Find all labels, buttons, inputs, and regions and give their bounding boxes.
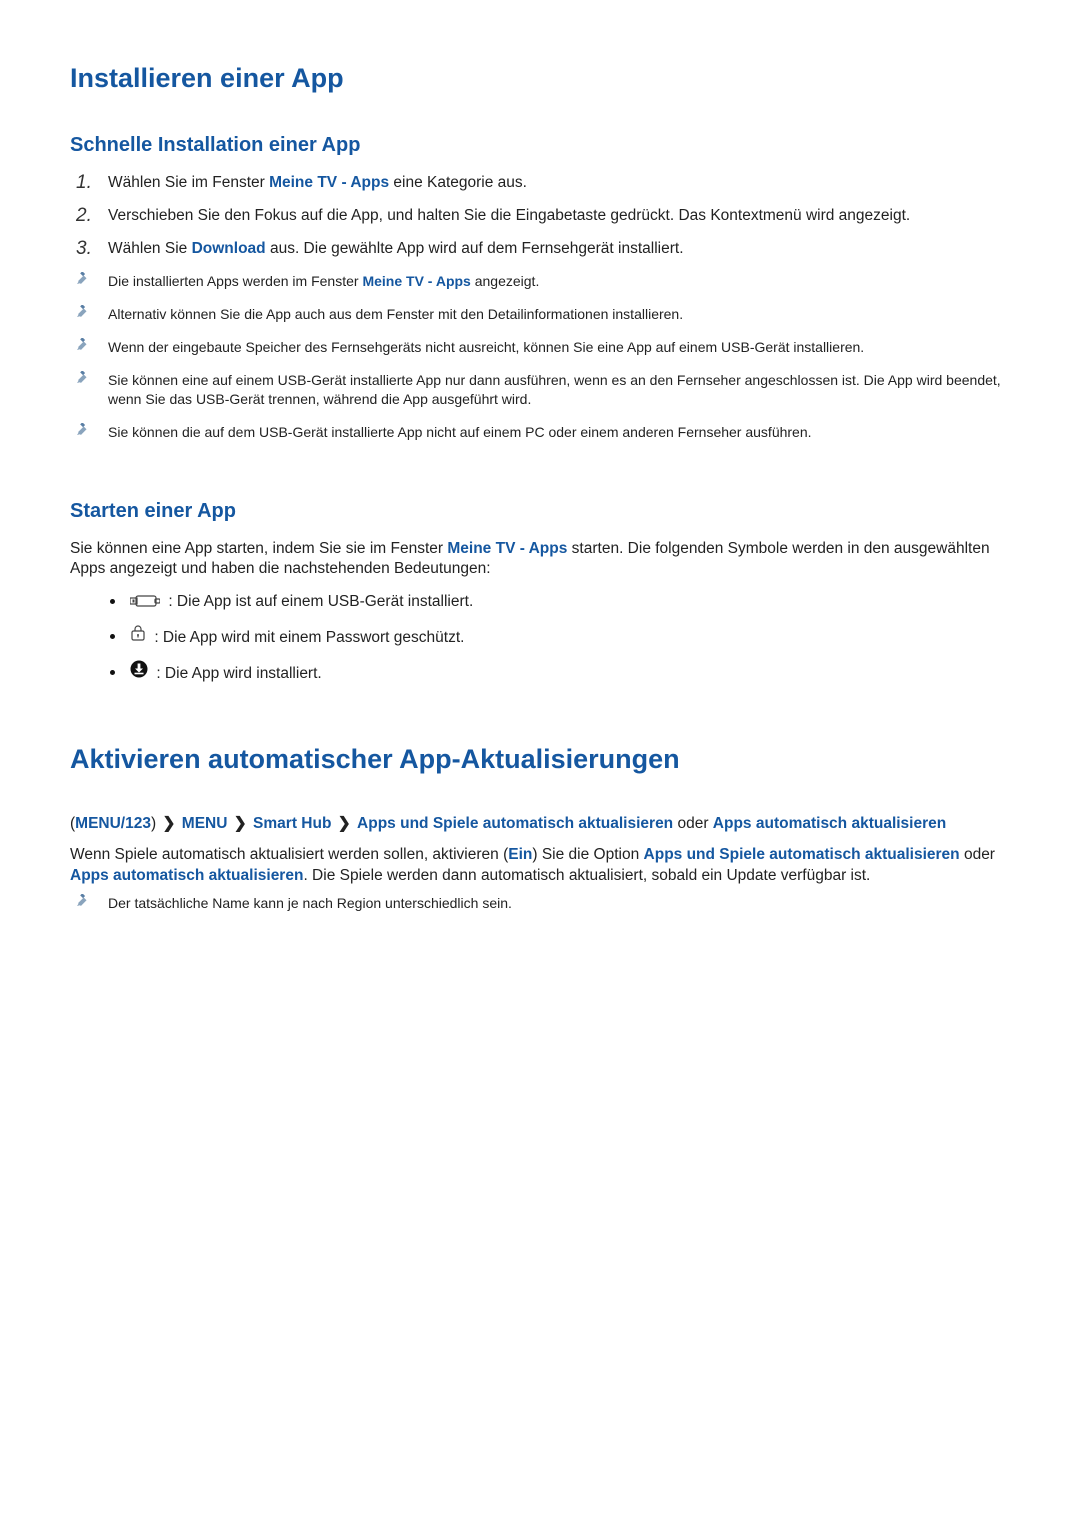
icon-legend-list: : Die App ist auf einem USB-Gerät instal… <box>70 592 1010 685</box>
note-text: Wenn der eingebaute Speicher des Fernseh… <box>108 339 864 355</box>
pencil-icon <box>76 423 90 437</box>
note-text: Der tatsächliche Name kann je nach Regio… <box>108 895 512 911</box>
lock-icon <box>130 624 146 649</box>
note-item: Die installierten Apps werden im Fenster… <box>108 272 1010 291</box>
install-notes-list: Die installierten Apps werden im Fenster… <box>70 272 1010 441</box>
step-text: Wählen Sie Download aus. Die gewählte Ap… <box>108 240 684 257</box>
note-item: Sie können die auf dem USB-Gerät install… <box>108 423 1010 442</box>
note-item: Der tatsächliche Name kann je nach Regio… <box>70 894 1010 913</box>
section-title-auto-update: Aktivieren automatischer App-Aktualisier… <box>70 741 1010 777</box>
chevron-right-icon: ❯ <box>232 815 249 832</box>
note-text: Alternativ können Sie die App auch aus d… <box>108 306 683 322</box>
step-text: Wählen Sie im Fenster Meine TV - Apps ei… <box>108 174 527 191</box>
legend-item-download: : Die App wird installiert. <box>130 663 1010 685</box>
note-text: Sie können eine auf einem USB-Gerät inst… <box>108 372 1001 407</box>
step-item: 2. Verschieben Sie den Fokus auf die App… <box>108 206 1010 227</box>
step-text: Verschieben Sie den Fokus auf die App, u… <box>108 207 910 224</box>
step-item: 1. Wählen Sie im Fenster Meine TV - Apps… <box>108 173 1010 194</box>
step-number: 3. <box>76 236 92 262</box>
pencil-icon <box>76 371 90 385</box>
pencil-icon <box>76 338 90 352</box>
note-item: Sie können eine auf einem USB-Gerät inst… <box>108 371 1010 409</box>
note-item: Wenn der eingebaute Speicher des Fernseh… <box>108 338 1010 357</box>
pencil-icon <box>76 272 90 286</box>
legend-text: : Die App wird mit einem Passwort geschü… <box>154 629 464 646</box>
auto-update-body: Wenn Spiele automatisch aktualisiert wer… <box>70 845 1010 887</box>
legend-text: : Die App ist auf einem USB-Gerät instal… <box>168 593 473 610</box>
step-number: 2. <box>76 203 92 229</box>
subsection-title-start-app: Starten einer App <box>70 498 1010 525</box>
menu-path: (MENU/123) ❯ MENU ❯ Smart Hub ❯ Apps und… <box>70 814 1010 835</box>
start-app-intro: Sie können eine App starten, indem Sie s… <box>70 539 1010 581</box>
note-text: Die installierten Apps werden im Fenster… <box>108 273 539 289</box>
install-steps-list: 1. Wählen Sie im Fenster Meine TV - Apps… <box>70 173 1010 260</box>
usb-icon <box>130 594 160 608</box>
step-number: 1. <box>76 170 92 196</box>
note-text: Sie können die auf dem USB-Gerät install… <box>108 424 812 440</box>
legend-item-lock: : Die App wird mit einem Passwort geschü… <box>130 627 1010 649</box>
pencil-icon <box>76 894 90 908</box>
chevron-right-icon: ❯ <box>336 815 353 832</box>
step-item: 3. Wählen Sie Download aus. Die gewählte… <box>108 239 1010 260</box>
legend-item-usb: : Die App ist auf einem USB-Gerät instal… <box>130 592 1010 613</box>
legend-text: : Die App wird installiert. <box>156 665 321 682</box>
download-icon <box>130 660 148 685</box>
chevron-right-icon: ❯ <box>160 815 177 832</box>
section-title-install-app: Installieren einer App <box>70 60 1010 96</box>
subsection-title-quick-install: Schnelle Installation einer App <box>70 132 1010 159</box>
document-page: Installieren einer App Schnelle Installa… <box>0 0 1080 1527</box>
note-item: Alternativ können Sie die App auch aus d… <box>108 305 1010 324</box>
pencil-icon <box>76 305 90 319</box>
